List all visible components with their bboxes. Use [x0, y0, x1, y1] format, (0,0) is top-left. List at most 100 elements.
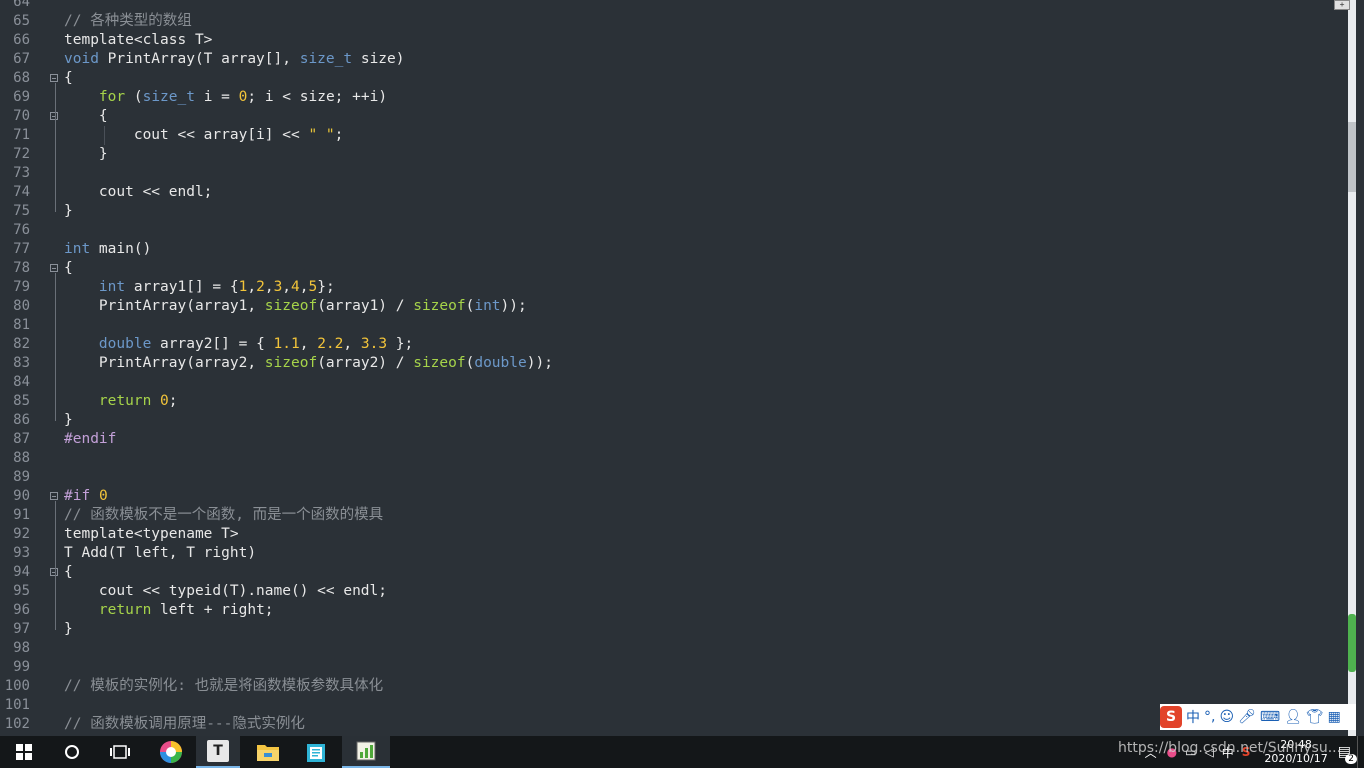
toolbox-icon[interactable]: ▦ — [1328, 709, 1341, 725]
code-line: 69 for (size_t i = 0; i < size; ++i) — [0, 88, 1356, 107]
code-token: sizeof — [413, 355, 466, 371]
code-token: double — [474, 355, 527, 371]
code-token: 5 — [308, 279, 318, 295]
search-button[interactable] — [48, 736, 96, 768]
line-number: 84 — [13, 374, 30, 390]
fold-toggle-icon[interactable] — [50, 264, 58, 272]
code-text: #if 0 — [64, 487, 108, 506]
code-token: 3 — [273, 279, 283, 295]
line-number: 70 — [13, 108, 30, 124]
code-text: PrintArray(array2, sizeof(array2) / size… — [64, 354, 553, 373]
user-icon[interactable]: 👤︎ — [1284, 709, 1302, 725]
ime-punctuation-toggle[interactable]: °, — [1204, 709, 1215, 725]
code-text: template<typename T> — [64, 525, 239, 544]
code-token: 2.2 — [317, 336, 344, 352]
fold-toggle-icon[interactable] — [50, 74, 58, 82]
keyboard-icon[interactable]: ⌨ — [1260, 709, 1280, 725]
taskbar-app-notepad[interactable] — [294, 736, 338, 768]
line-number: 71 — [13, 127, 30, 143]
taskbar-app-file-explorer[interactable] — [246, 736, 290, 768]
task-view-button[interactable] — [96, 736, 144, 768]
code-line: 90 #if 0 — [0, 487, 1356, 506]
code-line: 87 #endif — [0, 430, 1356, 449]
line-number: 66 — [13, 32, 30, 48]
code-token: " " — [308, 127, 335, 143]
code-line: 72 } — [0, 145, 1356, 164]
code-line: 70 { — [0, 107, 1356, 126]
code-line: 71 cout << array[i] << " "; — [0, 126, 1356, 145]
colorful-browser-icon — [160, 741, 182, 763]
code-token: , — [264, 279, 274, 295]
line-number: 92 — [13, 526, 30, 542]
scrollbar-thumb[interactable] — [1348, 122, 1356, 192]
microphone-icon[interactable]: 🎤︎ — [1238, 709, 1256, 725]
line-number: 93 — [13, 545, 30, 561]
taskbar-app-code-editor[interactable] — [342, 736, 390, 768]
code-token: for — [98, 89, 126, 105]
code-line: 91 // 函数模板不是一个函数, 而是一个函数的模具 — [0, 506, 1356, 525]
code-token: ; i < size; ++i) — [247, 89, 388, 105]
fold-toggle-icon[interactable] — [50, 568, 58, 576]
code-text: for (size_t i = 0; i < size; ++i) — [64, 88, 387, 107]
code-token: size_t — [142, 89, 195, 105]
taskbar-app-browser[interactable] — [148, 736, 194, 768]
code-line: 96 return left + right; — [0, 601, 1356, 620]
code-line: 102 // 函数模板调用原理---隐式实例化 — [0, 715, 1356, 734]
line-number: 99 — [13, 659, 30, 675]
code-line: 75} — [0, 202, 1356, 221]
code-token: cout << endl; — [64, 184, 213, 200]
code-token: } — [64, 146, 108, 162]
code-token: void — [64, 51, 99, 67]
line-number: 77 — [13, 241, 30, 257]
code-line: 93 T Add(T left, T right) — [0, 544, 1356, 563]
code-token: }; — [387, 336, 414, 352]
ime-toolbar[interactable]: S 中 °, ☺ 🎤︎ ⌨ 👤︎ 👕︎ ▦ — [1160, 704, 1356, 730]
code-line: 67 void PrintArray(T array[], size_t size… — [0, 50, 1356, 69]
code-text: cout << typeid(T).name() << endl; — [64, 582, 387, 601]
line-number: 87 — [13, 431, 30, 447]
code-text: int main() — [64, 240, 151, 259]
line-number: 101 — [4, 697, 30, 713]
vertical-scrollbar[interactable] — [1348, 0, 1356, 736]
code-line: 82 double array2[] = { 1.1, 2.2, 3.3 }; — [0, 335, 1356, 354]
emoji-icon[interactable]: ☺ — [1219, 709, 1234, 725]
skin-icon[interactable]: 👕︎ — [1306, 709, 1324, 725]
split-view-button[interactable]: + — [1334, 0, 1350, 10]
code-line: 89 — [0, 468, 1356, 487]
indent-guide — [104, 126, 105, 145]
code-text: int array1[] = {1,2,3,4,5}; — [64, 278, 335, 297]
url-watermark: https://blog.csdn.net/Sunnysu... — [1118, 740, 1342, 756]
fold-toggle-icon[interactable] — [50, 112, 58, 120]
code-token: 3.3 — [360, 336, 388, 352]
code-editor[interactable]: 64 65 // 各种类型的数组 66 template<class T> 67 void … — [0, 0, 1356, 736]
code-token: , — [299, 336, 318, 352]
code-token: return — [98, 393, 152, 409]
code-text: } — [64, 145, 108, 164]
code-line: 79 int array1[] = {1,2,3,4,5}; — [0, 278, 1356, 297]
code-line: 74 cout << endl; — [0, 183, 1356, 202]
fold-toggle-icon[interactable] — [50, 492, 58, 500]
code-line: 83 PrintArray(array2, sizeof(array2) / s… — [0, 354, 1356, 373]
code-text: void PrintArray(T array[], size_t size) — [64, 50, 405, 69]
code-token: sizeof — [264, 298, 318, 314]
code-text: // 函数模板不是一个函数, 而是一个函数的模具 — [64, 506, 383, 525]
sogou-logo-icon[interactable]: S — [1160, 706, 1182, 728]
taskbar-app-typora[interactable]: T — [196, 736, 240, 768]
start-button[interactable] — [0, 736, 48, 768]
folder-icon — [257, 745, 279, 761]
code-token: } — [64, 621, 73, 637]
ime-mode-toggle[interactable]: 中 — [1186, 707, 1200, 727]
show-desktop-button[interactable] — [1357, 736, 1364, 768]
line-number: 83 — [13, 355, 30, 371]
code-text: // 模板的实例化: 也就是将函数模板参数具体化 — [64, 677, 383, 696]
code-text: PrintArray(array1, sizeof(array1) / size… — [64, 297, 527, 316]
fold-region-line — [55, 273, 56, 421]
code-token: { — [64, 70, 73, 86]
code-line: 95 cout << typeid(T).name() << endl; — [0, 582, 1356, 601]
line-number: 75 — [13, 203, 30, 219]
code-token: int — [64, 241, 91, 257]
code-line: 80 PrintArray(array1, sizeof(array1) / s… — [0, 297, 1356, 316]
